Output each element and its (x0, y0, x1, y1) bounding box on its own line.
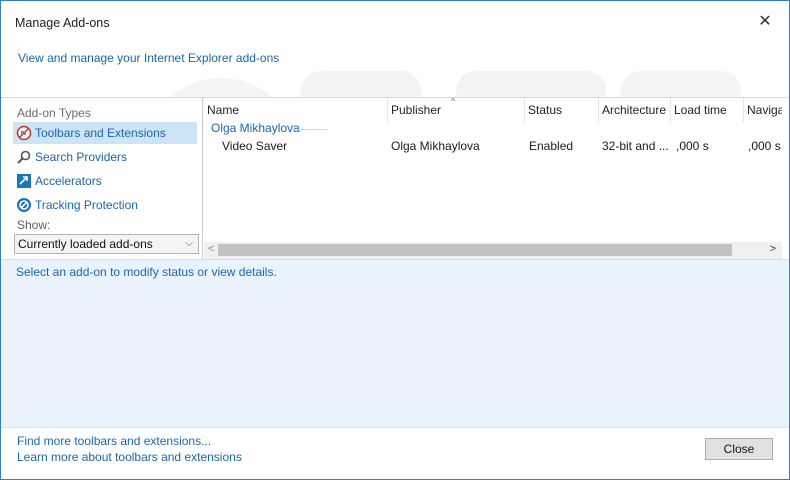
sidebar-item-label: Toolbars and Extensions (35, 126, 166, 140)
addon-list: Name Publisher ^ Status Architecture Loa… (204, 98, 782, 259)
window-title: Manage Add-ons (15, 16, 110, 30)
sidebar-item-tracking-protection[interactable]: Tracking Protection (13, 194, 197, 216)
sidebar-item-label: Tracking Protection (35, 198, 138, 212)
close-button[interactable]: Close (705, 438, 773, 460)
group-header: Olga Mikhaylova (211, 121, 300, 135)
sidebar-item-label: Accelerators (35, 174, 102, 188)
find-more-link[interactable]: Find more toolbars and extensions... (17, 434, 211, 448)
column-header-navigation[interactable]: Naviga (744, 98, 782, 122)
sidebar-item-toolbars-extensions[interactable]: Toolbars and Extensions (13, 122, 197, 144)
chevron-down-icon: ⌵ (185, 238, 193, 249)
addon-types-header: Add-on Types (17, 106, 91, 120)
addon-types-pane: Add-on Types Toolbars and Extensions Sea… (1, 98, 203, 259)
title-bar: Manage Add-ons ✕ (1, 1, 789, 43)
sidebar-item-search-providers[interactable]: Search Providers (13, 146, 197, 168)
column-header-status[interactable]: Status (525, 98, 599, 122)
tracking-protection-icon (17, 197, 31, 212)
subtitle-link[interactable]: View and manage your Internet Explorer a… (18, 51, 279, 65)
toolbar-extension-icon (16, 125, 32, 141)
details-panel: Select an add-on to modify status or vie… (1, 259, 789, 428)
cell-publisher: Olga Mikhaylova (391, 139, 480, 153)
column-header-architecture[interactable]: Architecture (599, 98, 671, 122)
search-icon (17, 150, 31, 164)
footer: Find more toolbars and extensions... Lea… (1, 427, 789, 479)
sort-ascending-icon: ^ (451, 98, 456, 106)
cell-load-time: ,000 s (676, 139, 709, 153)
sidebar-item-accelerators[interactable]: Accelerators (13, 170, 197, 192)
details-hint: Select an add-on to modify status or vie… (16, 265, 277, 279)
scroll-left-icon[interactable]: < (208, 243, 214, 255)
horizontal-scrollbar[interactable]: < > (204, 242, 782, 259)
column-header-publisher[interactable]: Publisher (388, 98, 525, 122)
cell-status: Enabled (529, 139, 574, 153)
learn-more-link[interactable]: Learn more about toolbars and extensions (17, 450, 242, 464)
column-header-load-time[interactable]: Load time (671, 98, 744, 122)
scrollbar-thumb[interactable] (218, 244, 732, 256)
manage-addons-window: Manage Add-ons ✕ View and manage your In… (0, 0, 790, 480)
group-divider (292, 129, 327, 130)
close-icon[interactable]: ✕ (753, 10, 777, 34)
scroll-right-icon[interactable]: > (770, 243, 776, 255)
column-header-name[interactable]: Name (204, 98, 388, 122)
cell-architecture: 32-bit and ... (602, 139, 669, 153)
show-dropdown-value: Currently loaded add-ons (18, 237, 153, 251)
show-dropdown[interactable]: Currently loaded add-ons ⌵ (14, 234, 199, 254)
cell-name: Video Saver (222, 139, 288, 153)
accelerator-icon (17, 173, 31, 188)
cell-navigation-time: ,000 s (748, 139, 781, 153)
sidebar-item-label: Search Providers (35, 150, 128, 164)
show-label: Show: (17, 218, 51, 232)
